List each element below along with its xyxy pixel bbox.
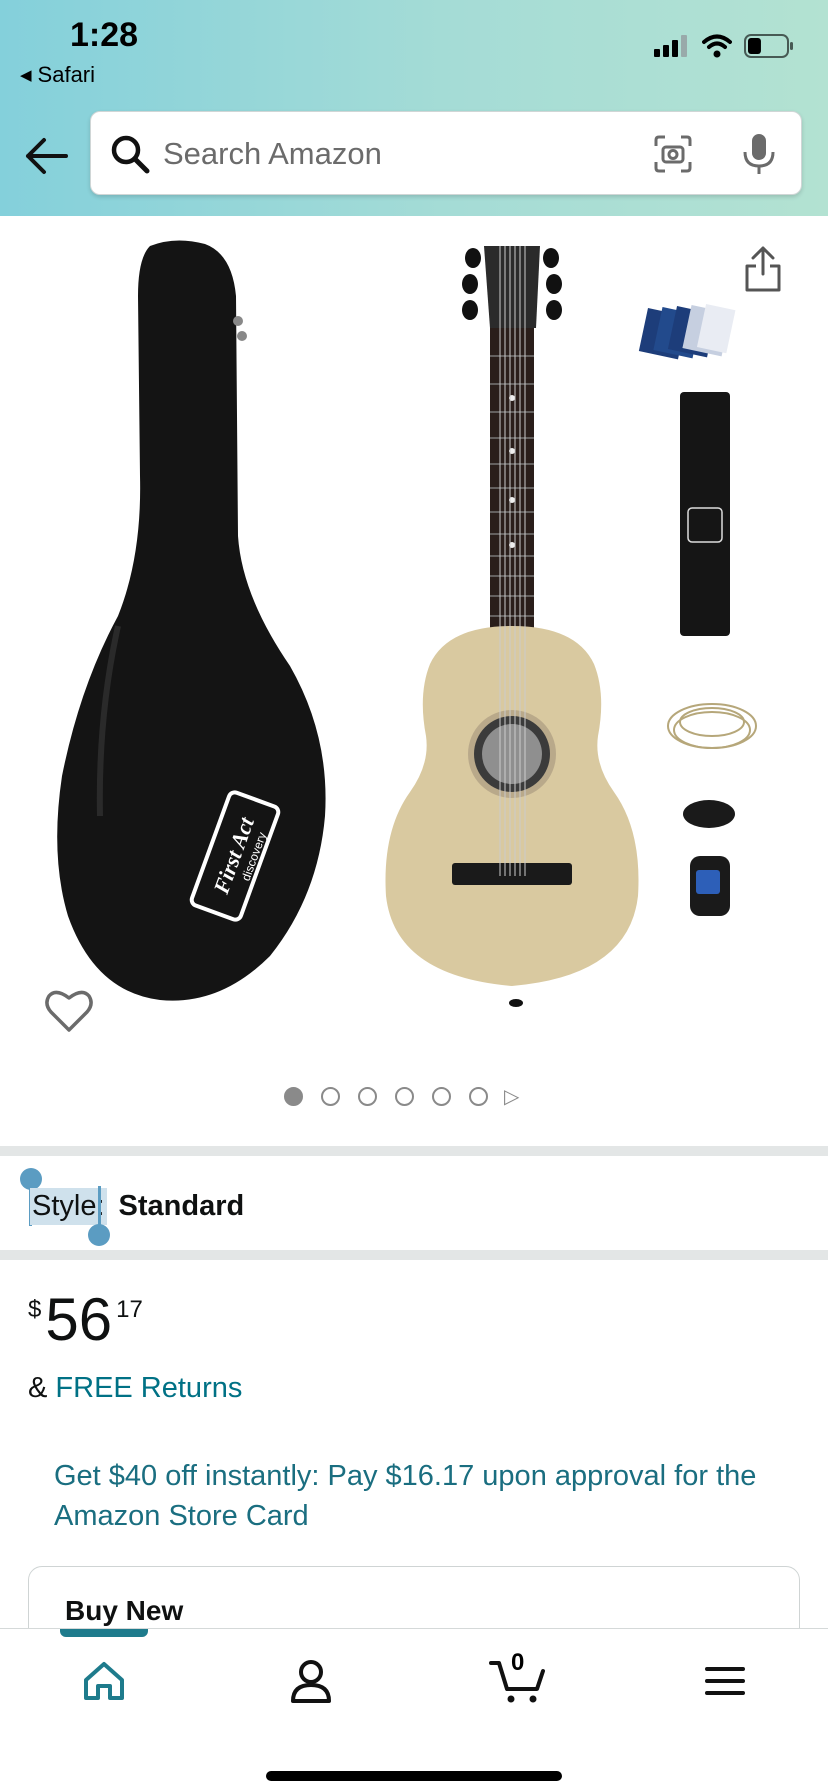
section-divider — [0, 1250, 828, 1260]
pagination-dot[interactable] — [358, 1087, 377, 1106]
share-icon[interactable] — [744, 246, 782, 292]
guitar-image — [385, 246, 639, 1007]
returns-line: & FREE Returns — [28, 1372, 242, 1405]
search-icon — [111, 135, 150, 174]
store-card-promo-link[interactable]: Get $40 off instantly: Pay $16.17 upon a… — [54, 1456, 774, 1536]
price-currency: $ — [28, 1296, 42, 1323]
price-whole: 56 — [45, 1286, 113, 1353]
status-icons — [654, 34, 794, 58]
style-label: Style: — [30, 1188, 107, 1225]
cellular-signal-icon — [654, 35, 687, 57]
returns-prefix: & — [28, 1372, 48, 1404]
product-price: $ 56 17 — [28, 1290, 143, 1350]
camera-scan-icon[interactable] — [653, 134, 693, 174]
free-returns-link[interactable]: FREE Returns — [55, 1372, 242, 1404]
tab-account[interactable] — [276, 1651, 346, 1711]
top-header: 1:28 ◀ Safari — [0, 0, 828, 216]
bottom-tab-bar: 0 — [0, 1628, 828, 1792]
price-fraction: 17 — [116, 1296, 143, 1323]
battery-icon — [744, 34, 793, 58]
home-icon — [84, 1662, 124, 1700]
section-divider — [0, 1146, 828, 1156]
search-input[interactable] — [163, 130, 703, 178]
buy-new-title: Buy New — [65, 1595, 184, 1626]
pagination-dot[interactable] — [432, 1087, 451, 1106]
pagination-dot[interactable] — [469, 1087, 488, 1106]
back-triangle-icon: ◀ — [20, 67, 32, 84]
product-image-gallery[interactable]: First Act discovery ▷ — [0, 216, 828, 1146]
selection-handle-end[interactable] — [88, 1224, 110, 1246]
wishlist-heart-icon[interactable] — [44, 988, 94, 1034]
back-to-safari-link[interactable]: ◀ Safari — [20, 62, 95, 88]
gig-bag-image: First Act discovery — [57, 240, 326, 1001]
active-tab-indicator — [60, 1629, 148, 1637]
tab-home[interactable] — [69, 1651, 139, 1711]
wifi-icon — [702, 34, 732, 58]
accessories-image — [638, 303, 757, 916]
back-arrow-icon[interactable] — [24, 136, 68, 176]
tab-cart[interactable]: 0 — [483, 1649, 553, 1711]
search-bar[interactable] — [90, 111, 802, 195]
style-value: Standard — [118, 1190, 245, 1222]
product-image: First Act discovery — [57, 240, 757, 1007]
video-play-icon[interactable]: ▷ — [504, 1084, 519, 1109]
home-indicator — [266, 1771, 562, 1781]
account-icon — [291, 1660, 331, 1703]
pagination-dot[interactable] — [284, 1087, 303, 1106]
status-time: 1:28 — [70, 16, 139, 54]
microphone-icon[interactable] — [741, 132, 777, 176]
cart-count: 0 — [511, 1649, 525, 1676]
tab-menu[interactable] — [690, 1651, 760, 1711]
style-row[interactable]: Style: Standard — [30, 1188, 244, 1225]
image-pagination-dots[interactable]: ▷ — [284, 1084, 519, 1109]
hamburger-menu-icon — [705, 1667, 745, 1695]
pagination-dot[interactable] — [395, 1087, 414, 1106]
pagination-dot[interactable] — [321, 1087, 340, 1106]
back-app-label: Safari — [37, 62, 96, 87]
